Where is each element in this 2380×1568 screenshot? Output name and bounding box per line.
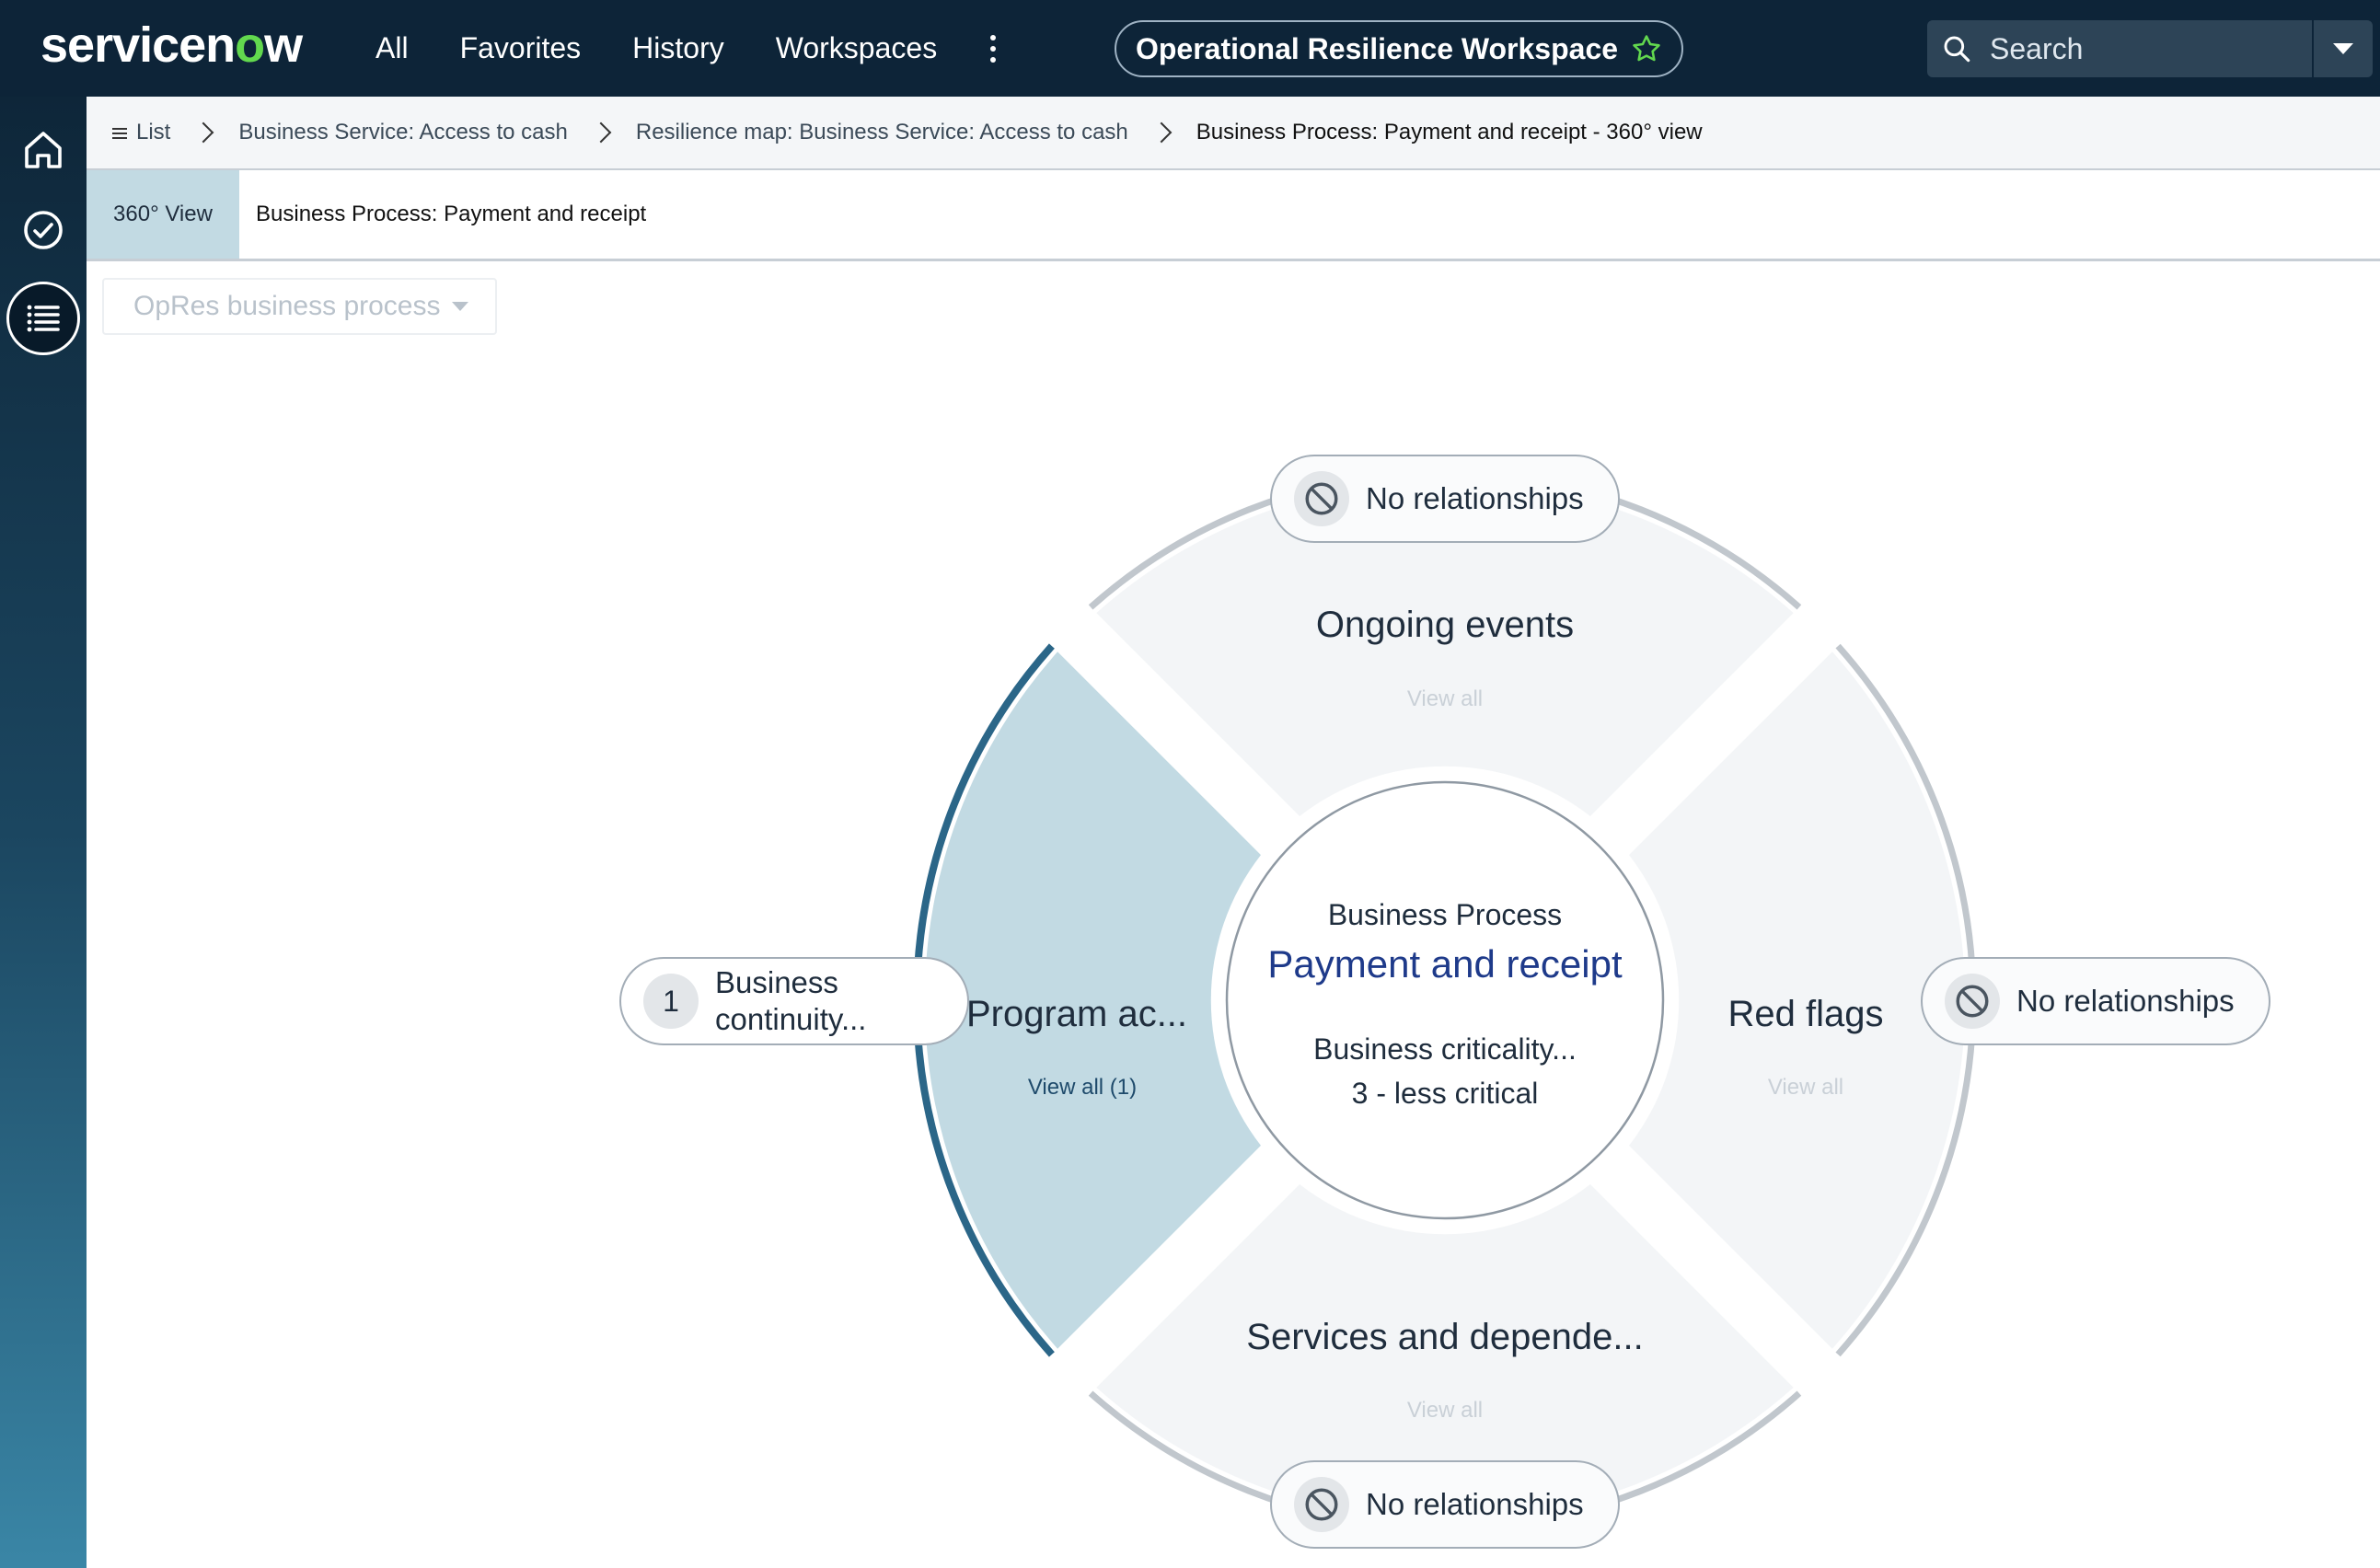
no-entry-icon [1945,974,2000,1029]
right-segment-title: Red flags [1728,994,1884,1034]
right-segment-view-all[interactable]: View all [1768,1075,1843,1100]
center-criticality-label: Business criticality... [1313,1032,1577,1066]
left-segment-view-all[interactable]: View all (1) [1028,1075,1137,1100]
left-segment-title: Program ac... [966,994,1187,1034]
bottom-segment-view-all[interactable]: View all [1407,1398,1483,1423]
top-segment-view-all[interactable]: View all [1407,686,1483,711]
related-count-badge: 1 [643,974,699,1029]
no-entry-icon [1294,471,1349,526]
center-record-name[interactable]: Payment and receipt [1267,942,1623,986]
bottom-relationships-pill[interactable]: No relationships [1270,1460,1620,1549]
top-relationships-pill[interactable]: No relationships [1270,455,1620,543]
center-type-label: Business Process [1328,898,1562,931]
no-entry-icon [1294,1477,1349,1532]
right-relationships-text: No relationships [2016,984,2235,1018]
bottom-relationships-text: No relationships [1366,1487,1584,1521]
top-relationships-text: No relationships [1366,481,1584,515]
center-node[interactable] [1225,780,1665,1220]
top-segment-title: Ongoing events [1316,605,1574,645]
resilience-360-wheel: Business Process Payment and receipt Bus… [913,468,1977,1532]
bottom-segment-title: Services and depende... [1246,1317,1643,1357]
right-relationships-pill[interactable]: No relationships [1921,957,2270,1045]
center-criticality-value: 3 - less critical [1352,1077,1539,1110]
related-item-label: Business continuity... [715,965,867,1036]
left-related-item-pill[interactable]: 1 Business continuity... [619,957,969,1045]
